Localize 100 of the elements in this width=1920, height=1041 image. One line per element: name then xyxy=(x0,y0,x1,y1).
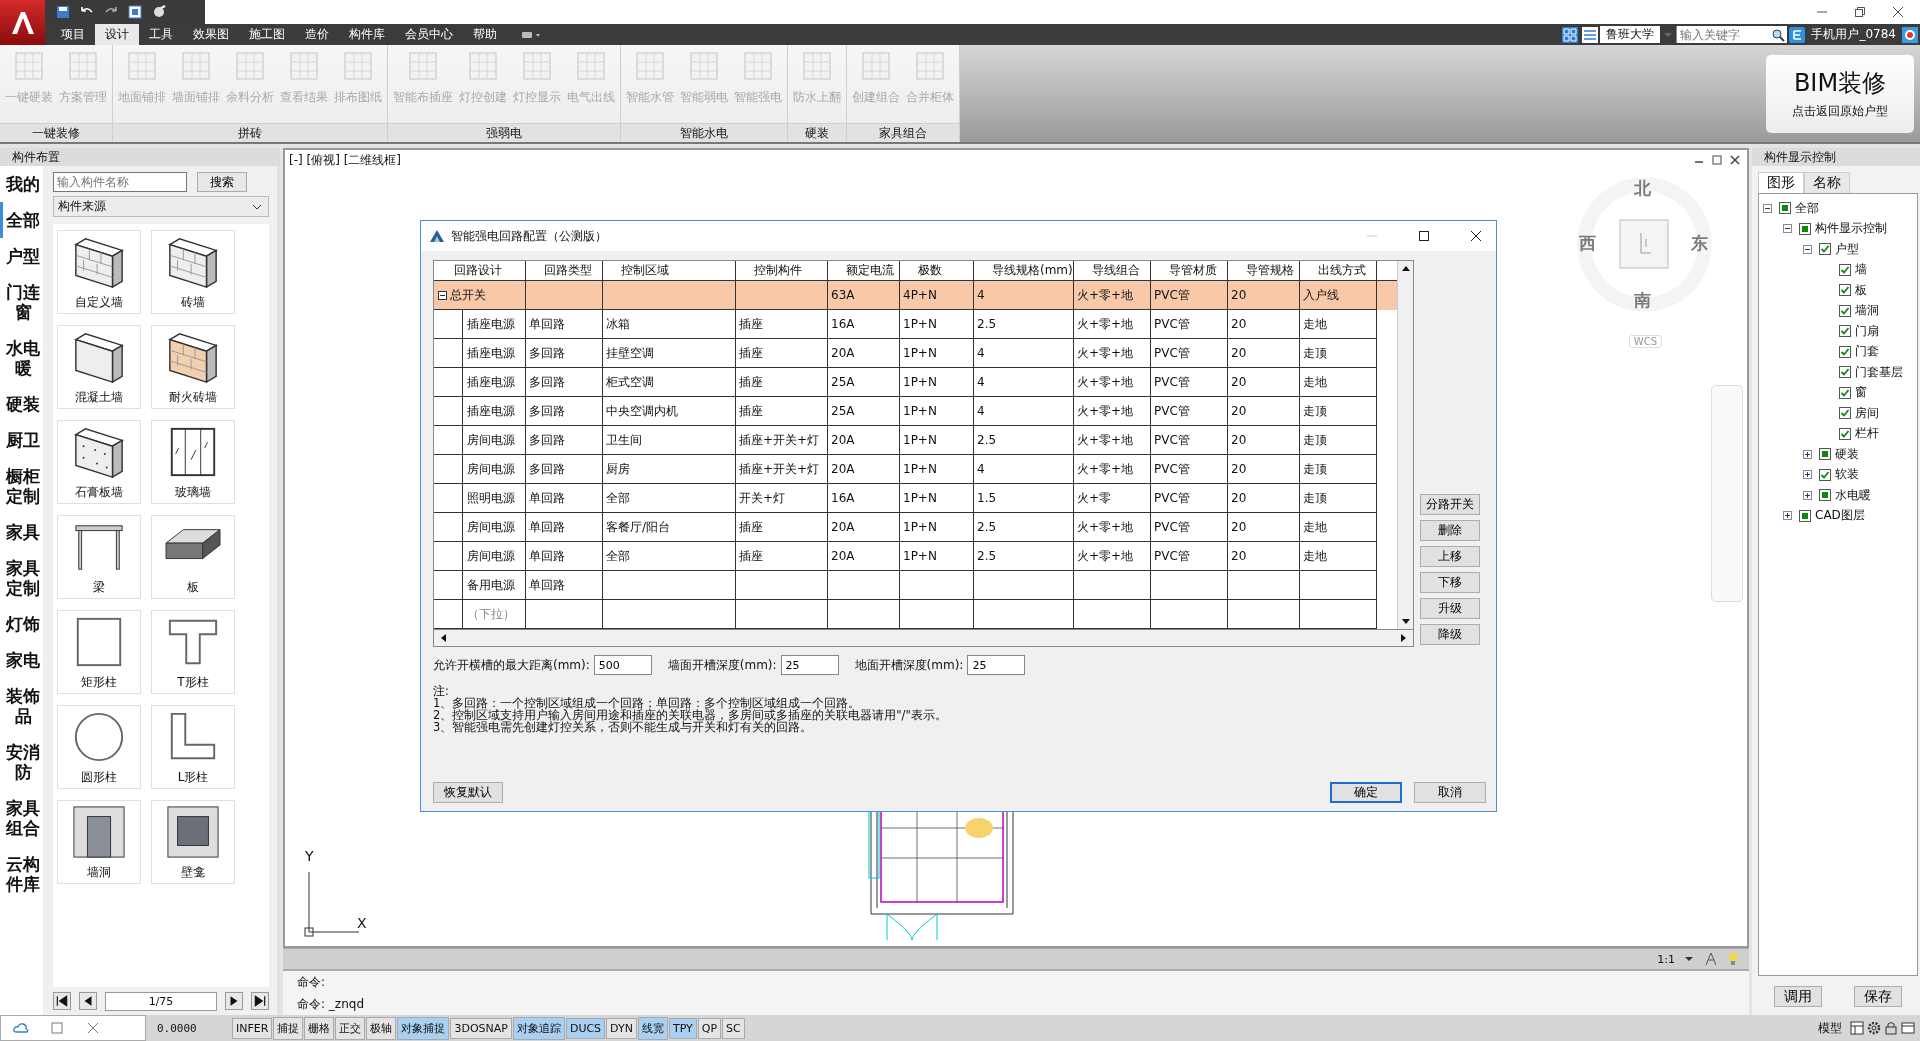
menu-tab[interactable]: 设计 xyxy=(95,24,139,45)
panel-button[interactable]: 保存 xyxy=(1854,986,1902,1007)
gear-icon[interactable] xyxy=(1866,1020,1882,1036)
category-tab[interactable]: 硬装 xyxy=(0,386,43,422)
checkbox[interactable] xyxy=(1839,284,1851,297)
checkbox[interactable] xyxy=(1799,509,1811,522)
column-header[interactable]: 回路设计 xyxy=(434,261,526,280)
column-header[interactable]: 出线方式 xyxy=(1300,261,1377,280)
maximize-icon[interactable] xyxy=(1418,230,1430,242)
tree-item[interactable]: 墙洞 xyxy=(1855,302,1879,320)
category-tab[interactable]: 家具 xyxy=(0,514,43,550)
app-menu-button[interactable] xyxy=(0,0,45,45)
component-tile[interactable]: 自定义墙 xyxy=(57,230,141,314)
checkbox[interactable] xyxy=(1839,263,1851,276)
component-tile[interactable]: 石膏板墙 xyxy=(57,420,141,504)
side-button[interactable]: 降级 xyxy=(1420,624,1480,645)
category-tab[interactable]: 装饰品 xyxy=(0,678,43,734)
checkbox[interactable] xyxy=(1819,489,1831,502)
category-tab[interactable]: 家电 xyxy=(0,642,43,678)
side-button[interactable]: 分路开关 xyxy=(1420,494,1480,515)
previous-page-icon[interactable] xyxy=(79,992,97,1010)
chevron-down-icon[interactable] xyxy=(252,203,262,210)
tree-item[interactable]: 软装 xyxy=(1835,466,1859,484)
dialog-button[interactable]: 确定 xyxy=(1330,782,1402,803)
compass-west[interactable]: 西 xyxy=(1579,232,1596,255)
column-header[interactable]: 导线组合 xyxy=(1074,261,1151,280)
menu-tab[interactable]: 帮助 xyxy=(463,24,507,45)
cloud-icon[interactable] xyxy=(13,1020,29,1036)
side-button[interactable]: 升级 xyxy=(1420,598,1480,619)
component-tile[interactable]: T形柱 xyxy=(151,610,235,694)
status-toggle[interactable]: 线宽 xyxy=(637,1016,668,1040)
tree-item[interactable]: CAD图层 xyxy=(1815,507,1865,525)
checkbox[interactable] xyxy=(1839,427,1851,440)
component-tile[interactable]: 混凝土墙 xyxy=(57,325,141,409)
next-page-icon[interactable] xyxy=(225,992,243,1010)
site-dropdown[interactable]: 鲁班大学 xyxy=(1600,26,1661,43)
checkbox[interactable] xyxy=(1819,448,1831,461)
status-toggle[interactable]: 正交 xyxy=(335,1016,366,1040)
status-toggle[interactable]: 栅格 xyxy=(304,1016,335,1040)
reset-button[interactable]: 恢复默认 xyxy=(433,782,503,803)
layout-icon[interactable] xyxy=(1849,1020,1865,1036)
search-field[interactable]: 输入构件名称 xyxy=(53,172,187,192)
tree-toggle-icon[interactable] xyxy=(1763,203,1772,213)
tree-toggle-icon[interactable] xyxy=(1803,449,1812,459)
category-tab[interactable]: 家具组合 xyxy=(0,790,43,846)
category-tab[interactable]: 我的 xyxy=(0,166,43,202)
list-view-icon[interactable] xyxy=(1582,26,1599,43)
dropdown-icon[interactable] xyxy=(521,29,543,40)
category-tab[interactable]: 户型 xyxy=(0,238,43,274)
source-dropdown[interactable]: 构件来源 xyxy=(53,196,269,217)
side-button[interactable]: 上移 xyxy=(1420,546,1480,567)
component-tile[interactable]: 壁龛 xyxy=(151,800,235,884)
dropdown-arrow-icon[interactable] xyxy=(1684,956,1694,962)
column-header[interactable]: 控制区域 xyxy=(603,261,736,280)
model-space-button[interactable]: 模型 xyxy=(1812,1019,1848,1037)
checkbox[interactable] xyxy=(1839,325,1851,338)
category-tab[interactable]: 家具定制 xyxy=(0,550,43,606)
tree-toggle-icon[interactable] xyxy=(1803,244,1812,254)
compass-south[interactable]: 南 xyxy=(1634,289,1651,312)
tree-item[interactable]: 门套基层 xyxy=(1855,363,1903,381)
search-button[interactable]: 搜索 xyxy=(197,172,247,192)
category-tab[interactable]: 水电暖 xyxy=(0,330,43,386)
menu-tab[interactable]: 效果图 xyxy=(183,24,239,45)
column-header[interactable]: 控制构件 xyxy=(736,261,828,280)
checkbox[interactable] xyxy=(1839,386,1851,399)
side-button[interactable]: 下移 xyxy=(1420,572,1480,593)
compass-north[interactable]: 北 xyxy=(1634,177,1651,200)
tree-toggle-icon[interactable] xyxy=(1783,511,1792,521)
number-field[interactable]: 25 xyxy=(967,655,1026,675)
lock-icon[interactable] xyxy=(1883,1020,1899,1036)
status-toggle[interactable]: 对象追踪 xyxy=(512,1016,565,1040)
tree-item[interactable]: 窗 xyxy=(1855,384,1867,402)
window-icon[interactable] xyxy=(1900,1020,1916,1036)
number-field[interactable]: 500 xyxy=(593,655,652,675)
checkbox[interactable] xyxy=(1839,345,1851,358)
status-toggle[interactable]: QP xyxy=(697,1017,722,1039)
status-toggle[interactable]: 极轴 xyxy=(366,1016,397,1040)
tree-toggle-icon[interactable] xyxy=(1803,470,1812,480)
column-header[interactable]: 极数 xyxy=(900,261,974,280)
tree-item[interactable]: 全部 xyxy=(1795,199,1819,217)
tree-item[interactable]: 板 xyxy=(1855,281,1867,299)
last-page-icon[interactable] xyxy=(251,992,269,1010)
table-row[interactable]: 总开关 63A 4P+N 4 火+零+地 PVC管 20 入户线 xyxy=(434,281,1397,310)
status-toggle[interactable]: DUCS xyxy=(565,1017,606,1039)
checkbox[interactable] xyxy=(1839,304,1851,317)
checkbox[interactable] xyxy=(1819,468,1831,481)
panel-button[interactable]: 调用 xyxy=(1774,986,1822,1007)
panel-tab[interactable]: 名称 xyxy=(1804,172,1850,193)
component-tile[interactable]: 梁 xyxy=(57,515,141,599)
bim-card[interactable]: BIM装修 点击返回原始户型 xyxy=(1766,54,1914,133)
e-logo-icon[interactable] xyxy=(1789,26,1806,43)
status-toggle[interactable]: 对象捕捉 xyxy=(397,1016,450,1040)
category-tab[interactable]: 橱柜定制 xyxy=(0,458,43,514)
tree-toggle-icon[interactable] xyxy=(1783,224,1792,234)
status-toggle[interactable]: SC xyxy=(722,1017,745,1039)
tree-item[interactable]: 房间 xyxy=(1855,404,1879,422)
menu-tab[interactable]: 项目 xyxy=(51,24,95,45)
save-icon[interactable] xyxy=(55,4,71,20)
checkbox[interactable] xyxy=(1839,366,1851,379)
checkbox[interactable] xyxy=(1779,202,1791,215)
